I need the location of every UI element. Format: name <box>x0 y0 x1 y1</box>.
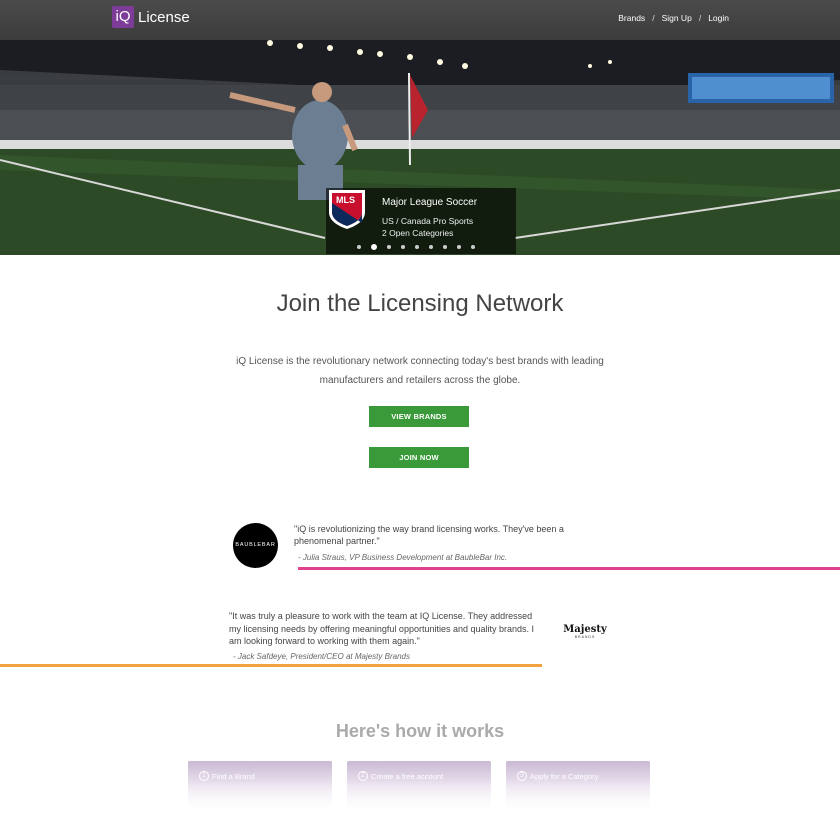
slider-dot[interactable] <box>415 245 419 249</box>
slider-dot[interactable] <box>471 245 475 249</box>
testimonial-quote: "It was truly a pleasure to work with th… <box>229 611 535 646</box>
slider-dot[interactable] <box>387 245 391 249</box>
page-headline: Join the Licensing Network <box>276 290 564 317</box>
mls-badge-text: MLS <box>336 195 355 205</box>
nav-separator: / <box>698 13 702 23</box>
intro-text: iQ License is the revolutionary network … <box>236 356 604 386</box>
top-navigation-bar: iQ License Brands / Sign Up / Login <box>0 0 840 40</box>
slide-subtitle: US / Canada Pro Sports <box>382 216 474 226</box>
testimonial-accent-bar <box>0 664 542 667</box>
slider-dot[interactable] <box>457 245 461 249</box>
slider-dot[interactable] <box>357 245 361 249</box>
majesty-logo-text: Majesty <box>563 624 607 635</box>
how-it-works-title: Here's how it works <box>335 721 505 741</box>
slider-dot[interactable] <box>371 244 377 250</box>
slider-dot[interactable] <box>443 245 447 249</box>
testimonial-accent-bar <box>298 567 840 570</box>
iq-license-logo[interactable]: iQ License <box>112 6 190 28</box>
slide-category-count: 2 Open Categories <box>382 228 454 238</box>
nav-login-link[interactable]: Login <box>708 13 729 23</box>
baublebar-logo: BAUBLEBAR <box>233 523 278 568</box>
slider-dot[interactable] <box>429 245 433 249</box>
slider-dots <box>357 244 475 250</box>
view-brands-button[interactable]: VIEW BRANDS <box>369 406 469 427</box>
slider-dot[interactable] <box>401 245 405 249</box>
nav-separator: / <box>652 13 655 23</box>
slide-title: Major League Soccer <box>382 197 478 208</box>
hero-slider[interactable]: MLS Major League Soccer US / Canada Pro … <box>0 40 840 255</box>
bottom-fade <box>0 780 840 822</box>
testimonial-quote: "iQ is revolutionizing the way brand lic… <box>294 524 564 546</box>
testimonial-author: - Jack Safdeye, President/CEO at Majesty… <box>233 652 410 661</box>
logo-text: License <box>138 8 190 26</box>
logo-mark: iQ <box>112 6 134 28</box>
majesty-logo-sub: BRANDS <box>574 635 596 639</box>
testimonial-author: - Julia Straus, VP Business Development … <box>298 553 508 562</box>
nav-signup-link[interactable]: Sign Up <box>662 13 692 23</box>
join-now-button[interactable]: JOIN NOW <box>369 447 469 468</box>
nav-brands-link[interactable]: Brands <box>618 13 645 23</box>
majesty-brands-logo: Majesty BRANDS <box>560 618 610 648</box>
mls-shield-icon: MLS <box>329 190 365 229</box>
main-nav: Brands / Sign Up / Login <box>618 13 729 23</box>
